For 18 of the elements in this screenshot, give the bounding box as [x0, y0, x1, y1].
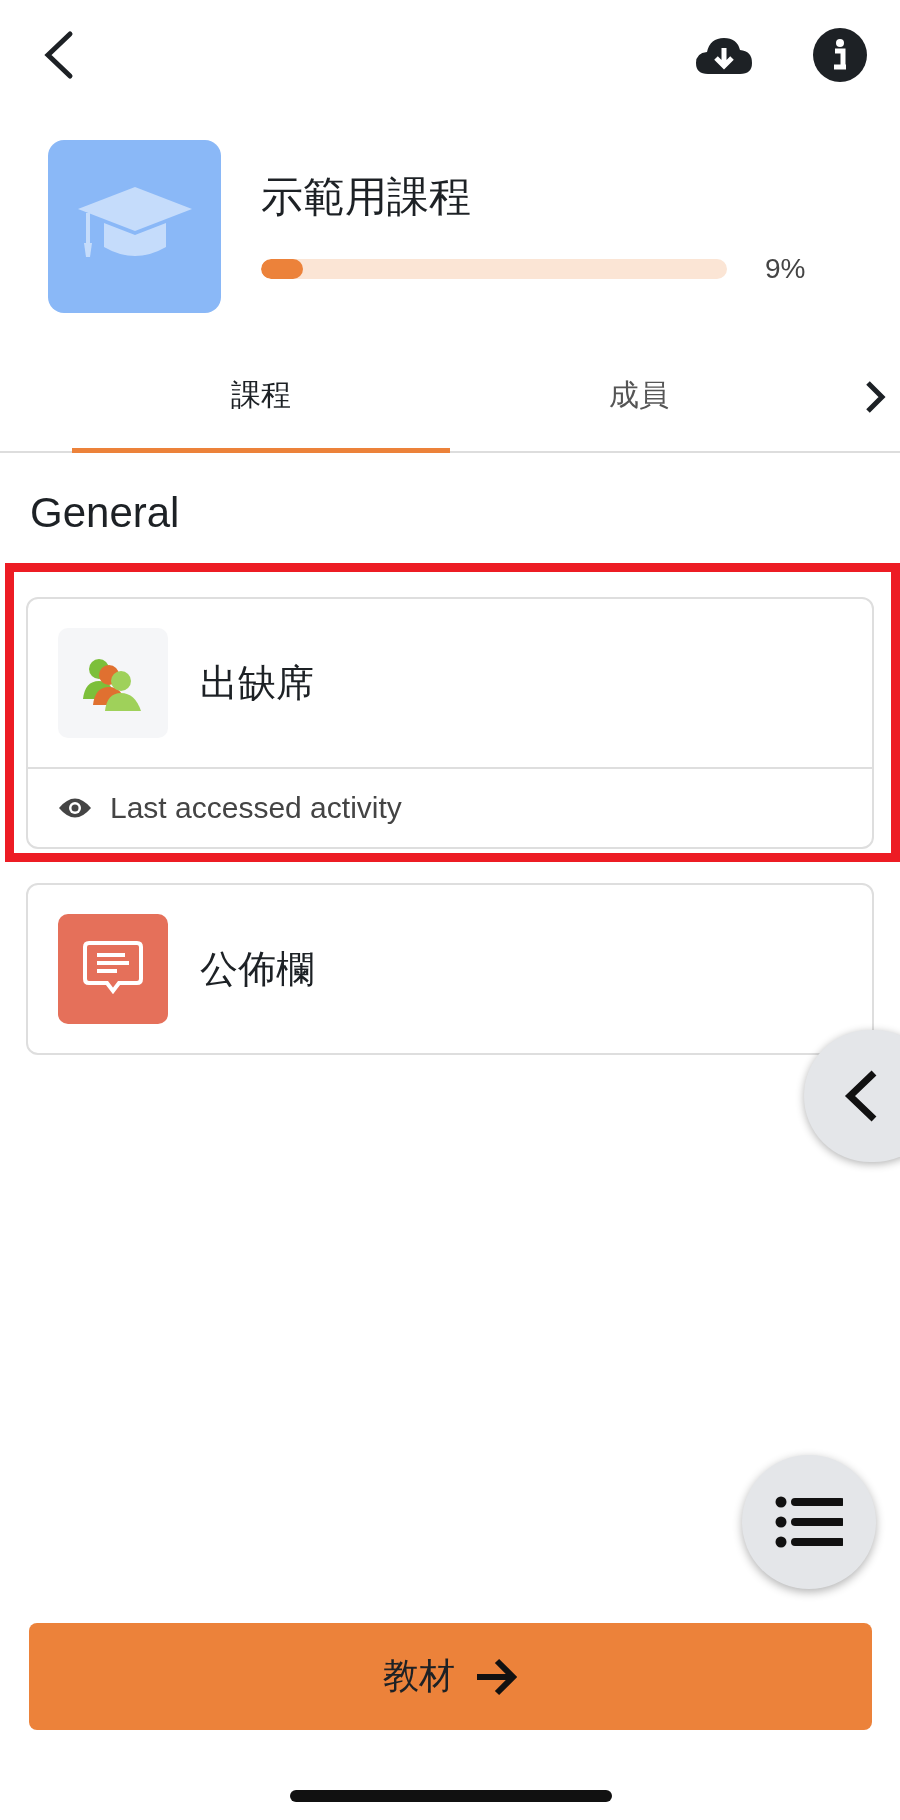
- course-title: 示範用課程: [261, 171, 472, 222]
- last-accessed-label: Last accessed activity: [110, 791, 402, 825]
- activity-card[interactable]: 出缺席 Last accessed activity: [26, 597, 874, 849]
- next-button[interactable]: 教材: [29, 1623, 872, 1730]
- activity-card[interactable]: 公佈欄: [26, 883, 874, 1055]
- progress-percent: 9%: [765, 252, 806, 285]
- course-index-button[interactable]: [742, 1455, 876, 1589]
- list-icon: [775, 1496, 843, 1548]
- drawer-toggle-button[interactable]: [804, 1030, 900, 1162]
- activity-name: 公佈欄: [200, 946, 314, 992]
- chevron-left-icon: [844, 1069, 878, 1123]
- activity-name: 出缺席: [200, 660, 314, 706]
- tab[interactable]: 成員: [450, 343, 828, 453]
- arrow-right-icon: [474, 1656, 519, 1697]
- section-title: General: [29, 488, 181, 538]
- info-icon[interactable]: [812, 27, 868, 83]
- eye-icon: [58, 797, 92, 819]
- tab[interactable]: 課程: [72, 343, 450, 453]
